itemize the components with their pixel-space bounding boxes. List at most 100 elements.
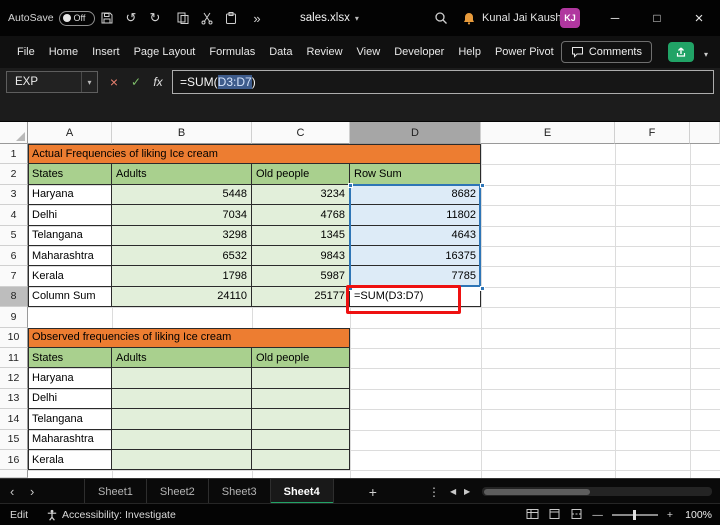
zoom-slider-thumb[interactable] (633, 510, 636, 520)
share-chevron-icon[interactable]: ▾ (704, 50, 708, 59)
cell-B14[interactable] (112, 409, 252, 429)
scroll-right-button[interactable]: ▶ (464, 479, 470, 504)
cell-A16[interactable]: Kerala (28, 450, 112, 470)
zoom-level[interactable]: 100% (682, 509, 712, 521)
cell-A2[interactable]: States (28, 164, 112, 184)
column-header-F[interactable]: F (615, 122, 690, 144)
ribbon-tab-view[interactable]: View (350, 36, 388, 68)
file-menu[interactable]: sales.xlsx ▾ (300, 0, 359, 36)
cell-C15[interactable] (252, 430, 350, 450)
row-header-13[interactable]: 13 (0, 389, 28, 409)
cell-D8[interactable]: =SUM(D3:D7) (350, 287, 481, 307)
cell-C14[interactable] (252, 409, 350, 429)
cell-A12[interactable]: Haryana (28, 368, 112, 388)
paste-button[interactable] (220, 0, 242, 36)
save-button[interactable] (96, 0, 118, 36)
sheet-tab-sheet3[interactable]: Sheet3 (209, 479, 271, 504)
ribbon-tab-data[interactable]: Data (262, 36, 299, 68)
ribbon-tab-page-layout[interactable]: Page Layout (127, 36, 203, 68)
undo-button[interactable]: ↺ (120, 0, 142, 36)
cell-B7[interactable]: 1798 (112, 266, 252, 286)
cell-A8[interactable]: Column Sum (28, 287, 112, 307)
row-header-15[interactable]: 15 (0, 430, 28, 450)
row-header-7[interactable]: 7 (0, 266, 28, 286)
cut-button[interactable] (196, 0, 218, 36)
cell-C16[interactable] (252, 450, 350, 470)
ribbon-tab-developer[interactable]: Developer (387, 36, 451, 68)
row-header-2[interactable]: 2 (0, 164, 28, 184)
ribbon-tab-review[interactable]: Review (299, 36, 349, 68)
sheet-nav-right-button[interactable]: › (30, 479, 34, 504)
column-header-C[interactable]: C (252, 122, 350, 144)
autosave-toggle[interactable]: AutoSave Off (8, 0, 95, 36)
cell-C2[interactable]: Old people (252, 164, 350, 184)
cell-C7[interactable]: 5987 (252, 266, 350, 286)
cell-D4[interactable]: 11802 (350, 205, 481, 225)
row-header-12[interactable]: 12 (0, 368, 28, 388)
row-header-3[interactable]: 3 (0, 185, 28, 205)
sheet-tab-sheet1[interactable]: Sheet1 (84, 479, 147, 504)
cell-B13[interactable] (112, 389, 252, 409)
cell-B2[interactable]: Adults (112, 164, 252, 184)
cell-A6[interactable]: Maharashtra (28, 246, 112, 266)
cell-D6[interactable]: 16375 (350, 246, 481, 266)
cell-B4[interactable]: 7034 (112, 205, 252, 225)
cell-B11[interactable]: Adults (112, 348, 252, 368)
column-header-D[interactable]: D (350, 122, 481, 144)
column-header-B[interactable]: B (112, 122, 252, 144)
autosave-switch[interactable]: Off (59, 11, 95, 26)
cell-C12[interactable] (252, 368, 350, 388)
sheet-options-button[interactable]: ⋮ (428, 479, 440, 504)
share-button[interactable] (668, 42, 694, 62)
chevron-down-icon[interactable]: ▾ (81, 72, 97, 92)
cell-A4[interactable]: Delhi (28, 205, 112, 225)
sheet-tab-sheet2[interactable]: Sheet2 (147, 479, 209, 504)
row-header-4[interactable]: 4 (0, 205, 28, 225)
column-header-E[interactable]: E (481, 122, 615, 144)
search-button[interactable] (430, 0, 452, 36)
account-button[interactable]: KJ (560, 0, 580, 36)
enter-button[interactable]: ✓ (126, 71, 146, 93)
cancel-button[interactable]: × (104, 71, 124, 93)
zoom-slider[interactable] (612, 514, 658, 516)
cell-C3[interactable]: 3234 (252, 185, 350, 205)
cell-C6[interactable]: 9843 (252, 246, 350, 266)
comments-button[interactable]: Comments (561, 41, 652, 63)
cell-A10[interactable]: Observed frequencies of liking Ice cream (28, 328, 350, 348)
cell-A7[interactable]: Kerala (28, 266, 112, 286)
column-header-partial[interactable] (690, 122, 720, 144)
row-header-8[interactable]: 8 (0, 287, 28, 307)
cell-D3[interactable]: 8682 (350, 185, 481, 205)
ribbon-tab-home[interactable]: Home (42, 36, 85, 68)
cell-A5[interactable]: Telangana (28, 226, 112, 246)
zoom-in-button[interactable]: + (667, 509, 673, 521)
name-box[interactable]: EXP ▾ (6, 71, 98, 93)
ribbon-tab-power-pivot[interactable]: Power Pivot (488, 36, 561, 68)
row-header-6[interactable]: 6 (0, 246, 28, 266)
accessibility-status[interactable]: Accessibility: Investigate (62, 504, 176, 525)
cell-C11[interactable]: Old people (252, 348, 350, 368)
cell-A11[interactable]: States (28, 348, 112, 368)
cell-B5[interactable]: 3298 (112, 226, 252, 246)
cell-B15[interactable] (112, 430, 252, 450)
close-button[interactable]: × (678, 0, 720, 36)
row-header-1[interactable]: 1 (0, 144, 28, 164)
select-all-corner[interactable] (0, 122, 28, 144)
cell-B16[interactable] (112, 450, 252, 470)
redo-button[interactable]: ↻ (144, 0, 166, 36)
maximize-button[interactable]: □ (636, 0, 678, 36)
sheet-tab-sheet4[interactable]: Sheet4 (271, 479, 334, 504)
cell-A14[interactable]: Telangana (28, 409, 112, 429)
row-header-10[interactable]: 10 (0, 328, 28, 348)
insert-function-button[interactable]: fx (148, 71, 168, 93)
scroll-left-button[interactable]: ◀ (450, 479, 456, 504)
cell-B8[interactable]: 24110 (112, 287, 252, 307)
more-commands-button[interactable]: » (246, 0, 268, 36)
ribbon-tab-file[interactable]: File (10, 36, 42, 68)
formula-input[interactable]: =SUM(D3:D7) (172, 70, 714, 94)
ribbon-tab-insert[interactable]: Insert (85, 36, 127, 68)
zoom-out-button[interactable]: — (592, 509, 603, 521)
user-name[interactable]: Kunal Jai Kaushik (482, 0, 569, 36)
column-header-A[interactable]: A (28, 122, 112, 144)
cell-A13[interactable]: Delhi (28, 389, 112, 409)
